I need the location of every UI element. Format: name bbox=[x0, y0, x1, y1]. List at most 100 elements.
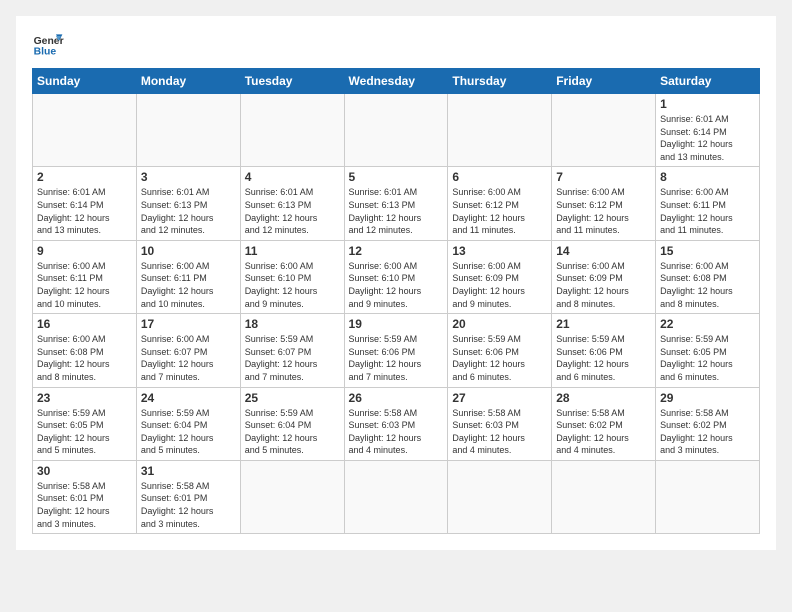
calendar-week-1: 1 Sunrise: 6:01 AM Sunset: 6:14 PM Daylig… bbox=[33, 94, 760, 167]
weekday-header-row: SundayMondayTuesdayWednesdayThursdayFrid… bbox=[33, 69, 760, 94]
calendar-cell: 23 Sunrise: 5:59 AM Sunset: 6:05 PM Dayli… bbox=[33, 387, 137, 460]
calendar-cell: 24 Sunrise: 5:59 AM Sunset: 6:04 PM Dayli… bbox=[136, 387, 240, 460]
calendar-cell: 26 Sunrise: 5:58 AM Sunset: 6:03 PM Dayli… bbox=[344, 387, 448, 460]
calendar-cell: 3 Sunrise: 6:01 AM Sunset: 6:13 PM Daylig… bbox=[136, 167, 240, 240]
calendar-week-4: 16Sunrise: 6:00 AM Sunset: 6:08 PM Dayli… bbox=[33, 314, 760, 387]
calendar-cell: 9 Sunrise: 6:00 AM Sunset: 6:11 PM Daylig… bbox=[33, 240, 137, 313]
calendar-cell: 31Sunrise: 5:58 AM Sunset: 6:01 PM Dayli… bbox=[136, 460, 240, 533]
day-info: Sunrise: 5:59 AM Sunset: 6:07 PM Dayligh… bbox=[245, 333, 340, 383]
calendar-week-5: 23 Sunrise: 5:59 AM Sunset: 6:05 PM Dayli… bbox=[33, 387, 760, 460]
day-info: Sunrise: 6:00 AM Sunset: 6:08 PM Dayligh… bbox=[660, 260, 755, 310]
day-number: 10 bbox=[141, 244, 236, 258]
day-number: 22 bbox=[660, 317, 755, 331]
calendar-cell bbox=[552, 460, 656, 533]
day-info: Sunrise: 5:58 AM Sunset: 6:01 PM Dayligh… bbox=[141, 480, 236, 530]
day-number: 5 bbox=[349, 170, 444, 184]
logo: General Blue bbox=[32, 28, 64, 60]
calendar-cell: 21 Sunrise: 5:59 AM Sunset: 6:06 PM Dayli… bbox=[552, 314, 656, 387]
day-number: 11 bbox=[245, 244, 340, 258]
day-info: Sunrise: 6:00 AM Sunset: 6:11 PM Dayligh… bbox=[37, 260, 132, 310]
day-number: 23 bbox=[37, 391, 132, 405]
day-number: 19 bbox=[349, 317, 444, 331]
calendar-cell: 30 Sunrise: 5:58 AM Sunset: 6:01 PM Dayli… bbox=[33, 460, 137, 533]
calendar-cell: 11 Sunrise: 6:00 AM Sunset: 6:10 PM Dayli… bbox=[240, 240, 344, 313]
day-info: Sunrise: 5:59 AM Sunset: 6:06 PM Dayligh… bbox=[452, 333, 547, 383]
day-info: Sunrise: 6:00 AM Sunset: 6:09 PM Dayligh… bbox=[452, 260, 547, 310]
day-number: 2 bbox=[37, 170, 132, 184]
day-info: Sunrise: 5:59 AM Sunset: 6:05 PM Dayligh… bbox=[660, 333, 755, 383]
day-info: Sunrise: 6:00 AM Sunset: 6:12 PM Dayligh… bbox=[452, 186, 547, 236]
day-number: 24 bbox=[141, 391, 236, 405]
day-info: Sunrise: 6:00 AM Sunset: 6:12 PM Dayligh… bbox=[556, 186, 651, 236]
day-info: Sunrise: 5:58 AM Sunset: 6:02 PM Dayligh… bbox=[556, 407, 651, 457]
header: General Blue bbox=[32, 28, 760, 60]
calendar-cell bbox=[552, 94, 656, 167]
calendar-table: SundayMondayTuesdayWednesdayThursdayFrid… bbox=[32, 68, 760, 534]
calendar-cell bbox=[136, 94, 240, 167]
day-number: 20 bbox=[452, 317, 547, 331]
day-number: 27 bbox=[452, 391, 547, 405]
calendar-cell: 16Sunrise: 6:00 AM Sunset: 6:08 PM Dayli… bbox=[33, 314, 137, 387]
calendar-cell: 19Sunrise: 5:59 AM Sunset: 6:06 PM Dayli… bbox=[344, 314, 448, 387]
day-number: 8 bbox=[660, 170, 755, 184]
day-info: Sunrise: 5:58 AM Sunset: 6:01 PM Dayligh… bbox=[37, 480, 132, 530]
day-info: Sunrise: 6:00 AM Sunset: 6:09 PM Dayligh… bbox=[556, 260, 651, 310]
calendar-cell: 18 Sunrise: 5:59 AM Sunset: 6:07 PM Dayli… bbox=[240, 314, 344, 387]
day-number: 25 bbox=[245, 391, 340, 405]
calendar-cell bbox=[33, 94, 137, 167]
calendar-cell: 10Sunrise: 6:00 AM Sunset: 6:11 PM Dayli… bbox=[136, 240, 240, 313]
calendar-cell bbox=[344, 460, 448, 533]
day-number: 29 bbox=[660, 391, 755, 405]
calendar-cell bbox=[240, 94, 344, 167]
day-info: Sunrise: 5:58 AM Sunset: 6:02 PM Dayligh… bbox=[660, 407, 755, 457]
calendar-cell: 5 Sunrise: 6:01 AM Sunset: 6:13 PM Daylig… bbox=[344, 167, 448, 240]
calendar-week-6: 30 Sunrise: 5:58 AM Sunset: 6:01 PM Dayli… bbox=[33, 460, 760, 533]
day-info: Sunrise: 5:58 AM Sunset: 6:03 PM Dayligh… bbox=[452, 407, 547, 457]
calendar-cell: 2 Sunrise: 6:01 AM Sunset: 6:14 PM Daylig… bbox=[33, 167, 137, 240]
day-number: 13 bbox=[452, 244, 547, 258]
day-info: Sunrise: 6:01 AM Sunset: 6:13 PM Dayligh… bbox=[141, 186, 236, 236]
day-info: Sunrise: 6:01 AM Sunset: 6:14 PM Dayligh… bbox=[37, 186, 132, 236]
day-number: 21 bbox=[556, 317, 651, 331]
day-info: Sunrise: 5:59 AM Sunset: 6:05 PM Dayligh… bbox=[37, 407, 132, 457]
day-info: Sunrise: 6:00 AM Sunset: 6:10 PM Dayligh… bbox=[245, 260, 340, 310]
day-number: 7 bbox=[556, 170, 651, 184]
weekday-header-sunday: Sunday bbox=[33, 69, 137, 94]
day-number: 30 bbox=[37, 464, 132, 478]
day-number: 15 bbox=[660, 244, 755, 258]
day-number: 14 bbox=[556, 244, 651, 258]
day-number: 3 bbox=[141, 170, 236, 184]
calendar-cell: 29 Sunrise: 5:58 AM Sunset: 6:02 PM Dayli… bbox=[656, 387, 760, 460]
calendar-cell: 22 Sunrise: 5:59 AM Sunset: 6:05 PM Dayli… bbox=[656, 314, 760, 387]
logo-icon: General Blue bbox=[32, 28, 64, 60]
day-info: Sunrise: 6:00 AM Sunset: 6:08 PM Dayligh… bbox=[37, 333, 132, 383]
day-info: Sunrise: 5:59 AM Sunset: 6:06 PM Dayligh… bbox=[556, 333, 651, 383]
calendar-cell: 6Sunrise: 6:00 AM Sunset: 6:12 PM Daylig… bbox=[448, 167, 552, 240]
day-number: 26 bbox=[349, 391, 444, 405]
day-info: Sunrise: 5:58 AM Sunset: 6:03 PM Dayligh… bbox=[349, 407, 444, 457]
day-number: 12 bbox=[349, 244, 444, 258]
weekday-header-wednesday: Wednesday bbox=[344, 69, 448, 94]
day-number: 1 bbox=[660, 97, 755, 111]
weekday-header-saturday: Saturday bbox=[656, 69, 760, 94]
calendar-cell: 25 Sunrise: 5:59 AM Sunset: 6:04 PM Dayli… bbox=[240, 387, 344, 460]
day-info: Sunrise: 5:59 AM Sunset: 6:04 PM Dayligh… bbox=[141, 407, 236, 457]
day-number: 28 bbox=[556, 391, 651, 405]
calendar-cell: 4Sunrise: 6:01 AM Sunset: 6:13 PM Daylig… bbox=[240, 167, 344, 240]
day-number: 9 bbox=[37, 244, 132, 258]
calendar-cell: 15 Sunrise: 6:00 AM Sunset: 6:08 PM Dayli… bbox=[656, 240, 760, 313]
calendar-cell: 27 Sunrise: 5:58 AM Sunset: 6:03 PM Dayli… bbox=[448, 387, 552, 460]
calendar-cell: 20 Sunrise: 5:59 AM Sunset: 6:06 PM Dayli… bbox=[448, 314, 552, 387]
day-info: Sunrise: 6:01 AM Sunset: 6:14 PM Dayligh… bbox=[660, 113, 755, 163]
page: General Blue SundayMondayTuesdayWednesda… bbox=[16, 16, 776, 550]
day-info: Sunrise: 6:00 AM Sunset: 6:11 PM Dayligh… bbox=[660, 186, 755, 236]
calendar-cell bbox=[344, 94, 448, 167]
day-number: 18 bbox=[245, 317, 340, 331]
calendar-cell: 8 Sunrise: 6:00 AM Sunset: 6:11 PM Daylig… bbox=[656, 167, 760, 240]
weekday-header-friday: Friday bbox=[552, 69, 656, 94]
day-info: Sunrise: 5:59 AM Sunset: 6:04 PM Dayligh… bbox=[245, 407, 340, 457]
day-info: Sunrise: 6:01 AM Sunset: 6:13 PM Dayligh… bbox=[349, 186, 444, 236]
calendar-cell bbox=[656, 460, 760, 533]
calendar-cell: 12Sunrise: 6:00 AM Sunset: 6:10 PM Dayli… bbox=[344, 240, 448, 313]
day-info: Sunrise: 6:00 AM Sunset: 6:07 PM Dayligh… bbox=[141, 333, 236, 383]
